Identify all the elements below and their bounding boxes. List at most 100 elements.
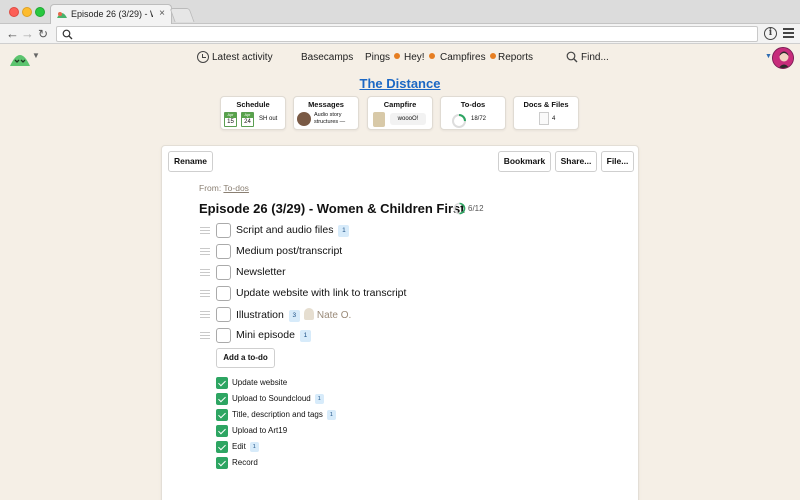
completed-todo-label[interactable]: Record (232, 458, 258, 467)
minimize-window-button[interactable] (22, 7, 32, 17)
search-icon (566, 51, 578, 63)
logo-caret-icon[interactable]: ▼ (32, 51, 40, 60)
todo-checkbox[interactable] (216, 286, 231, 301)
checked-checkbox[interactable] (216, 409, 228, 421)
completed-todo-label[interactable]: Upload to Art19 (232, 426, 287, 435)
todo-checkbox[interactable] (216, 244, 231, 259)
tab-close-icon[interactable]: × (159, 8, 165, 19)
comment-count-badge: 1 (299, 330, 311, 342)
assignee[interactable]: Nate O. (303, 308, 351, 321)
breadcrumb: From: To-dos (199, 183, 249, 193)
page-title: Episode 26 (3/29) - Women & Children Fir… (199, 201, 465, 216)
app-header: ▼ Latest activity Basecamps Pings Hey! C… (0, 45, 800, 71)
schedule-card[interactable]: Schedule Apr 15 Apr 24 SH out (220, 96, 286, 130)
todo-label[interactable]: Newsletter (236, 266, 286, 278)
comment-count-badge: 1 (326, 410, 336, 420)
docs-files-card[interactable]: Docs & Files 4 (513, 96, 579, 130)
basecamp-logo-icon[interactable] (9, 48, 31, 68)
completed-todo-label[interactable]: Update website (232, 378, 287, 387)
campfire-card-title: Campfire (383, 100, 417, 109)
completed-todo-text: Title, description and tags (232, 410, 323, 419)
todo-label[interactable]: Mini episode 1 (236, 329, 311, 342)
checked-checkbox[interactable] (216, 377, 228, 389)
todo-label[interactable]: Illustration 3 Nate O. (236, 308, 351, 322)
browser-menu-icon[interactable] (783, 28, 794, 40)
todo-label-text: Script and audio files (236, 224, 334, 236)
docs-count: 4 (552, 116, 556, 122)
bookmark-button[interactable]: Bookmark (498, 151, 551, 172)
nav-reports[interactable]: Reports (498, 52, 533, 63)
drag-handle-icon[interactable] (200, 311, 210, 320)
hey-notification-dot (428, 53, 435, 59)
drag-handle-icon[interactable] (200, 248, 210, 257)
browser-toolbar: ← → ↻ i (0, 24, 800, 44)
basecamp-favicon-icon (57, 12, 67, 18)
latest-message-text: Audio story structures — (314, 112, 346, 125)
message-author-avatar (297, 112, 311, 126)
nav-campfires-label: Campfires (440, 52, 486, 63)
account-caret-icon[interactable]: ▼ (765, 53, 772, 60)
share-button[interactable]: Share... (555, 151, 597, 172)
nav-hey-label: Hey! (404, 52, 425, 63)
todo-label[interactable]: Script and audio files 1 (236, 224, 350, 237)
nav-basecamps[interactable]: Basecamps (301, 52, 353, 63)
new-tab-button[interactable] (169, 8, 195, 22)
campfires-notification-dot (489, 53, 496, 59)
address-bar[interactable] (56, 26, 758, 42)
todo-checkbox[interactable] (216, 328, 231, 343)
info-icon[interactable]: i (764, 27, 777, 40)
project-title[interactable]: The Distance (0, 76, 800, 91)
nav-pings[interactable]: Pings (365, 52, 401, 63)
messages-card[interactable]: Messages Audio story structures — (293, 96, 359, 130)
user-avatar[interactable] (772, 47, 794, 69)
nav-hey[interactable]: Hey! (404, 52, 435, 63)
list-progress-count: 6/12 (468, 204, 484, 213)
breadcrumb-link-todos[interactable]: To-dos (223, 183, 249, 193)
todos-card[interactable]: To-dos 18/72 (440, 96, 506, 130)
campfire-card[interactable]: Campfire woooO! (367, 96, 433, 130)
comment-count-badge: 1 (338, 225, 350, 237)
drag-handle-icon[interactable] (200, 290, 210, 299)
todo-checkbox[interactable] (216, 307, 231, 322)
todo-checkbox[interactable] (216, 265, 231, 280)
schedule-card-title: Schedule (236, 100, 270, 109)
browser-tab-bar: Episode 26 (3/29) - Women × (0, 0, 800, 24)
todo-checkbox[interactable] (216, 223, 231, 238)
close-window-button[interactable] (9, 7, 19, 17)
todo-label-text: Illustration (236, 309, 284, 321)
assignee-avatar (303, 308, 314, 320)
todo-label[interactable]: Medium post/transcript (236, 245, 342, 257)
completed-todo-label[interactable]: Edit 1 (232, 442, 259, 452)
todo-label-text: Mini episode (236, 329, 295, 341)
drag-handle-icon[interactable] (200, 332, 210, 341)
reload-icon[interactable]: ↻ (38, 25, 48, 43)
nav-campfires[interactable]: Campfires (440, 52, 496, 63)
completed-todo-label[interactable]: Upload to Soundcloud 1 (232, 394, 324, 404)
checked-checkbox[interactable] (216, 457, 228, 469)
drag-handle-icon[interactable] (200, 269, 210, 278)
comment-count-badge: 3 (288, 310, 300, 322)
campfire-author-avatar (373, 112, 385, 127)
drag-handle-icon[interactable] (200, 227, 210, 236)
maximize-window-button[interactable] (35, 7, 45, 17)
comment-count-badge: 1 (249, 442, 259, 452)
todo-label[interactable]: Update website with link to transcript (236, 287, 406, 299)
forward-arrow-icon[interactable]: → (21, 25, 34, 43)
checked-checkbox[interactable] (216, 441, 228, 453)
todos-card-title: To-dos (460, 100, 486, 109)
nav-latest-activity[interactable]: Latest activity (197, 51, 273, 63)
file-button[interactable]: File... (601, 151, 634, 172)
browser-tab[interactable]: Episode 26 (3/29) - Women × (50, 4, 172, 24)
completed-todo-label[interactable]: Title, description and tags 1 (232, 410, 336, 420)
todo-list-panel: Rename Bookmark Share... File... From: T… (161, 145, 639, 500)
checked-checkbox[interactable] (216, 425, 228, 437)
clock-icon (197, 51, 209, 63)
docs-card-title: Docs & Files (523, 100, 569, 109)
schedule-event-text: SH out (259, 116, 278, 122)
add-todo-button[interactable]: Add a to-do (216, 348, 275, 368)
checked-checkbox[interactable] (216, 393, 228, 405)
rename-button[interactable]: Rename (168, 151, 213, 172)
tab-title: Episode 26 (3/29) - Women (71, 9, 153, 19)
nav-find[interactable]: Find... (566, 51, 609, 63)
back-arrow-icon[interactable]: ← (6, 25, 19, 43)
